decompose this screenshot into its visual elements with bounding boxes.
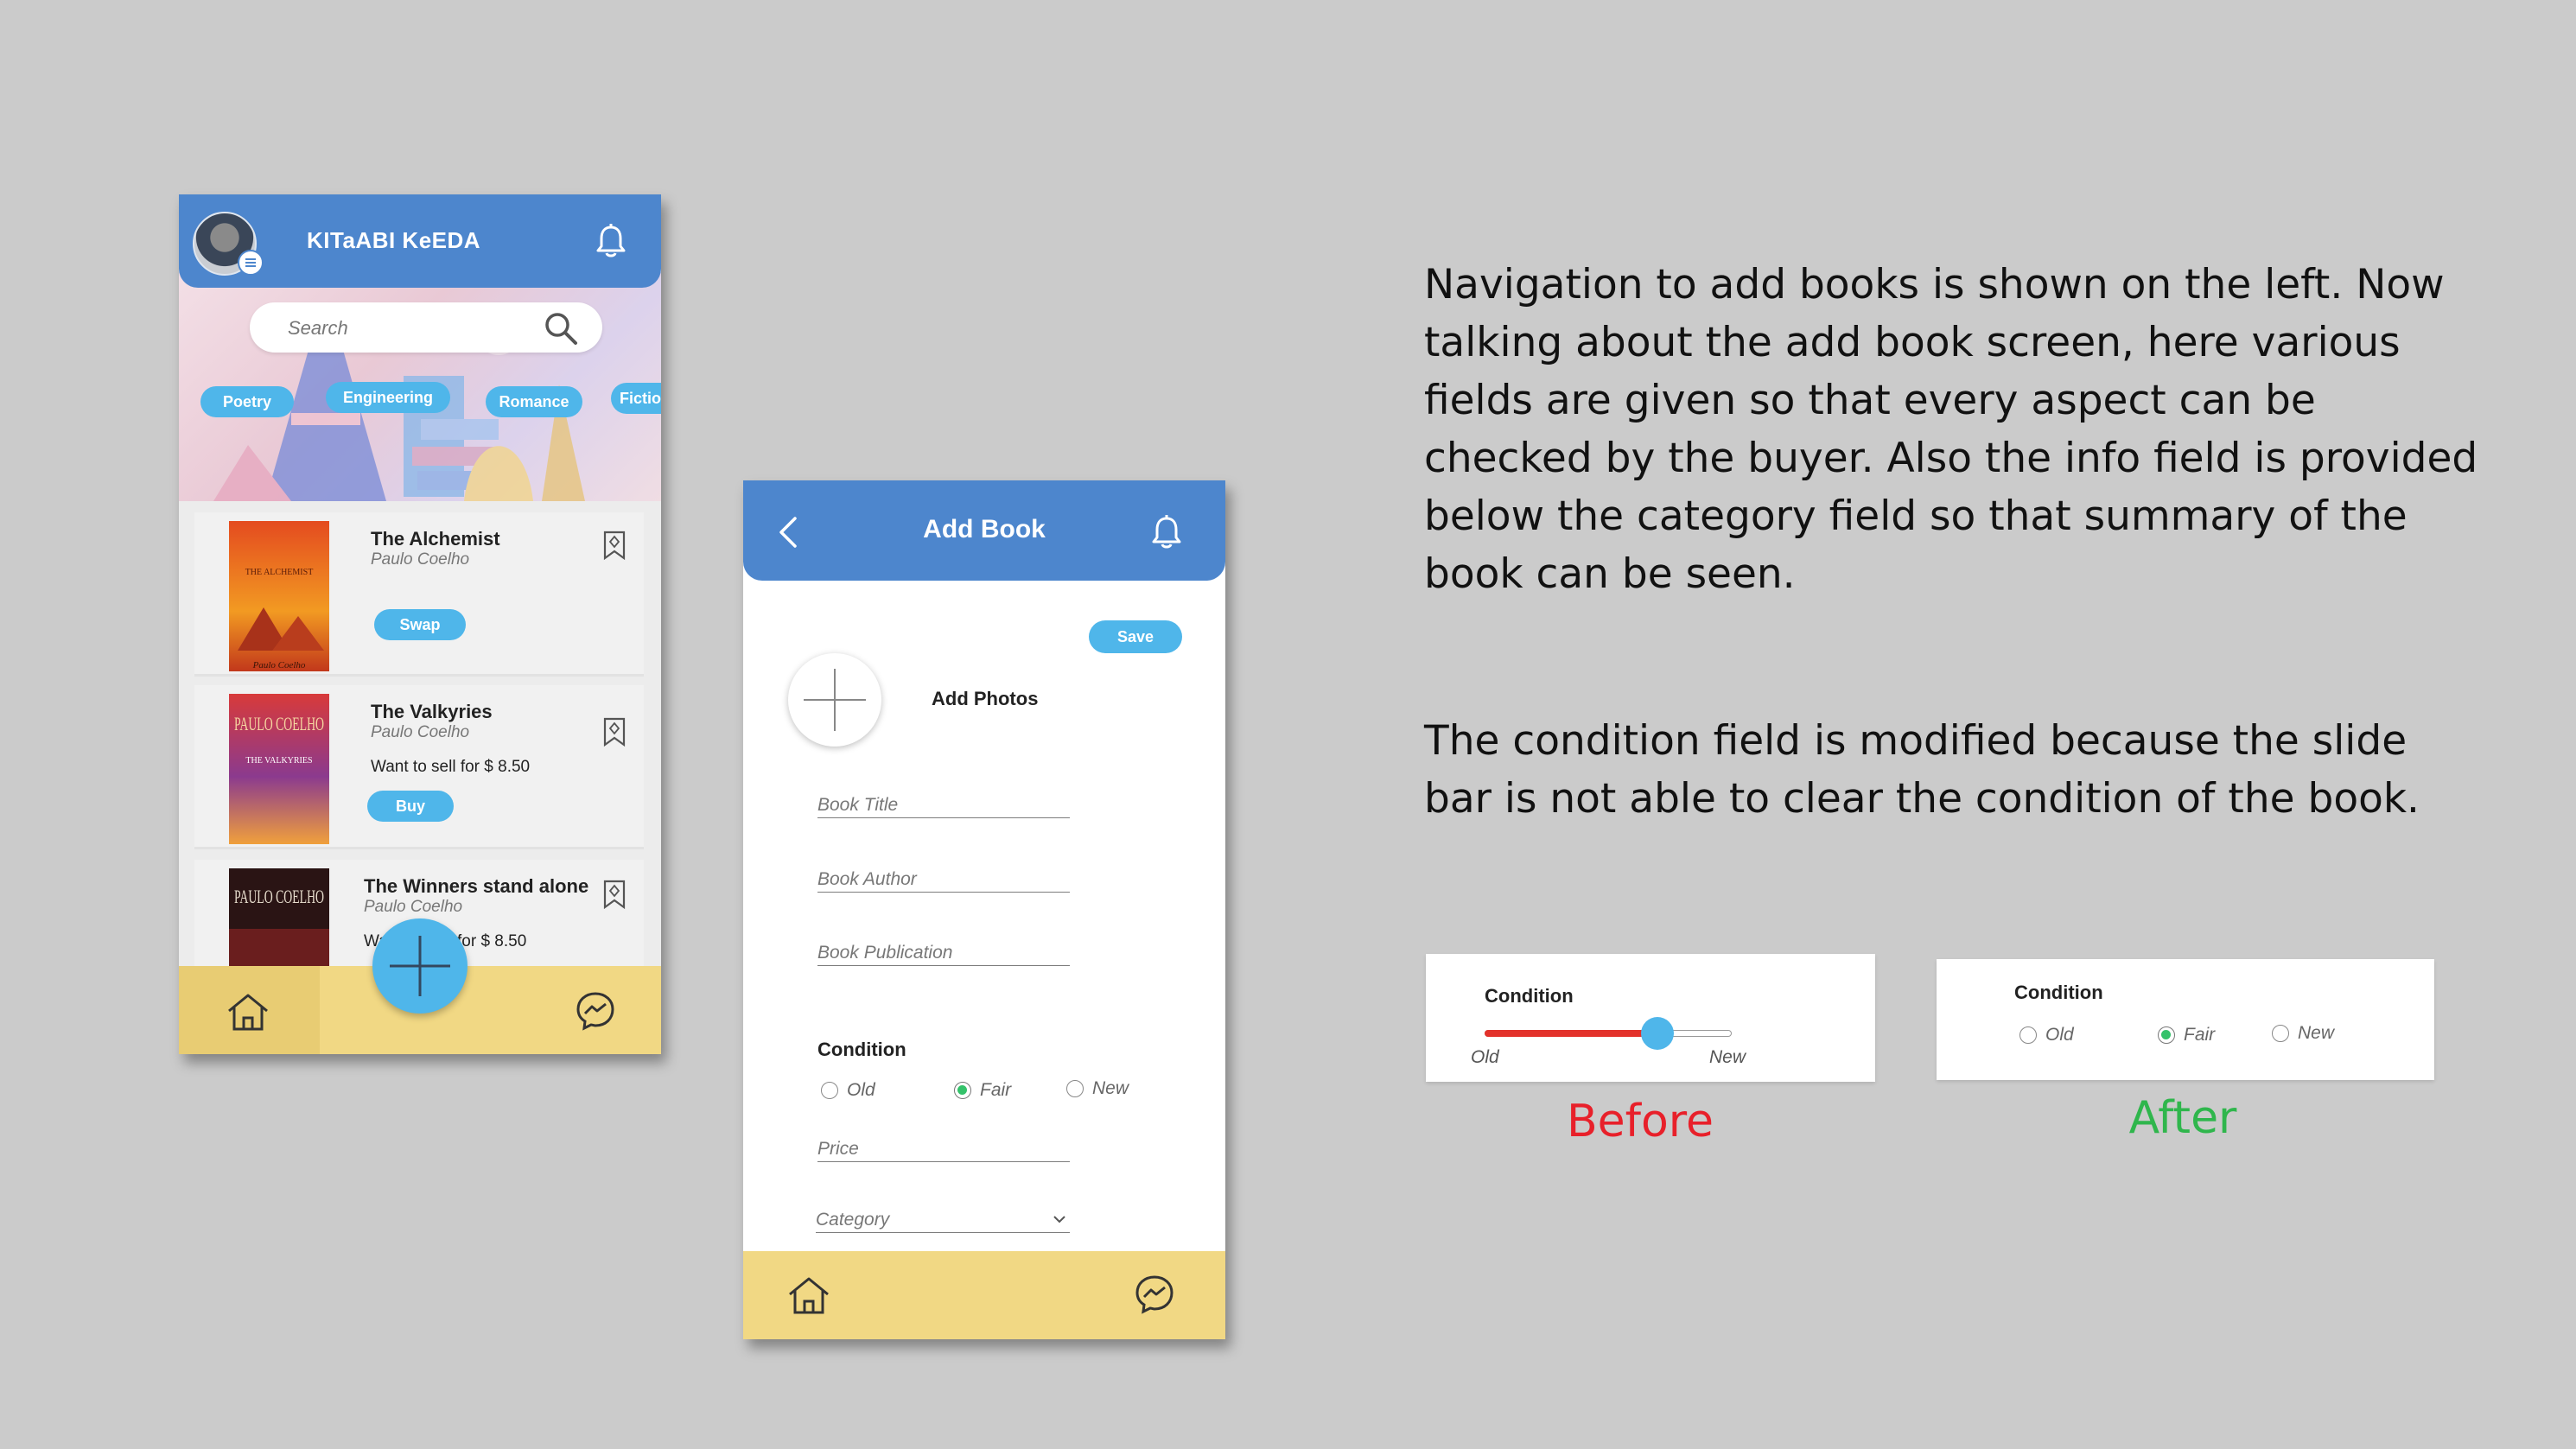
cover-author-text: Paulo Coelho [252, 660, 306, 670]
book-cover: Paulo Coelho THE ALCHEMIST [229, 521, 329, 671]
messenger-icon[interactable] [1134, 1274, 1175, 1315]
search-icon[interactable] [544, 311, 578, 346]
plus-icon [804, 669, 866, 731]
bell-icon[interactable] [1149, 513, 1184, 551]
radio-old[interactable] [2019, 1026, 2037, 1044]
buy-button[interactable]: Buy [367, 791, 454, 822]
condition-option-new[interactable]: New [2272, 1023, 2334, 1044]
price-field[interactable]: Price [817, 1139, 1070, 1162]
book-author: Paulo Coelho [364, 898, 463, 916]
book-price-info: Want to sell for $ 8.50 [371, 758, 531, 776]
cover-author-text: PAULO COELHO [234, 886, 324, 907]
search-bar[interactable]: Search [250, 302, 602, 353]
chevron-down-icon[interactable] [1053, 1213, 1066, 1225]
book-title: The Alchemist [371, 528, 500, 550]
radio-fair[interactable] [954, 1082, 971, 1099]
bookmark-icon[interactable] [602, 716, 627, 747]
search-input[interactable]: Search [288, 317, 348, 340]
add-book-header: Add Book [743, 480, 1225, 581]
bookmark-icon[interactable] [602, 879, 627, 910]
condition-label: Condition [817, 1039, 906, 1060]
book-title-field[interactable]: Book Title [817, 795, 1070, 818]
home-header: KITaABI KeEDA [179, 194, 661, 288]
menu-icon[interactable] [238, 250, 264, 276]
book-author-field[interactable]: Book Author [817, 869, 1070, 893]
description-paragraph-2: The condition field is modified because … [1424, 717, 2420, 823]
book-author: Paulo Coelho [371, 550, 470, 569]
slider-thumb[interactable] [1641, 1017, 1675, 1050]
radio-new[interactable] [2272, 1025, 2289, 1042]
save-button[interactable]: Save [1089, 620, 1182, 653]
add-book-fab[interactable] [372, 918, 467, 1014]
slider-min-label: Old [1471, 1047, 1499, 1067]
add-book-screen-mockup: Add Book Save Add Photos Book Title Book… [743, 480, 1225, 1339]
before-caption: Before [1566, 1096, 1714, 1147]
book-cover: PAULO COELHO THE VALKYRIES [229, 694, 329, 844]
messenger-icon[interactable] [575, 990, 616, 1032]
book-card[interactable]: PAULO COELHO THE VALKYRIES The Valkyries… [194, 685, 644, 849]
chip-engineering[interactable]: Engineering [326, 382, 450, 413]
book-price-info-right: for $ 8.50 [457, 932, 527, 950]
book-publication-field[interactable]: Book Publication [817, 943, 1070, 966]
chip-fiction[interactable]: Fictio [611, 383, 661, 414]
chip-poetry[interactable]: Poetry [200, 386, 294, 417]
app-title: KITaABI KeEDA [307, 227, 481, 253]
radio-label: Fair [2184, 1025, 2216, 1045]
home-icon[interactable] [786, 1275, 831, 1315]
cover-title-text: THE VALKYRIES [245, 756, 312, 766]
condition-label: Condition [2014, 982, 2103, 1003]
radio-fair[interactable] [2158, 1026, 2175, 1044]
radio-label: Old [847, 1080, 875, 1100]
condition-option-old[interactable]: Old [821, 1080, 875, 1101]
bell-icon[interactable] [594, 222, 628, 260]
add-photos-label: Add Photos [932, 688, 1039, 709]
radio-old[interactable] [821, 1082, 838, 1099]
condition-option-old[interactable]: Old [2019, 1025, 2074, 1045]
cover-title-text: THE ALCHEMIST [245, 568, 314, 577]
before-condition-panel: Condition Old New [1426, 954, 1875, 1082]
bookmark-icon[interactable] [602, 530, 627, 561]
radio-label: New [1092, 1078, 1129, 1098]
book-title: The Valkyries [371, 701, 493, 722]
book-card[interactable]: Paulo Coelho THE ALCHEMIST The Alchemist… [194, 512, 644, 677]
after-condition-panel: Condition Old Fair New [1937, 959, 2434, 1080]
after-caption: After [2128, 1092, 2237, 1144]
slider-max-label: New [1709, 1047, 1746, 1067]
category-select[interactable]: Category [816, 1210, 1070, 1233]
plus-icon [390, 936, 450, 996]
radio-label: Old [2045, 1025, 2074, 1045]
add-photo-button[interactable] [788, 653, 881, 747]
home-icon[interactable] [226, 992, 270, 1032]
description-paragraph-1: Navigation to add books is shown on the … [1424, 261, 2478, 598]
swap-button[interactable]: Swap [374, 609, 466, 640]
bottom-nav [743, 1251, 1225, 1339]
book-title: The Winners stand alone [364, 875, 589, 897]
cover-author-text: PAULO COELHO [234, 713, 324, 734]
book-author: Paulo Coelho [371, 723, 470, 741]
radio-label: Fair [980, 1080, 1012, 1100]
category-placeholder: Category [816, 1210, 890, 1230]
condition-option-fair[interactable]: Fair [954, 1080, 1011, 1101]
slider-fill [1485, 1030, 1658, 1037]
radio-label: New [2298, 1023, 2335, 1043]
condition-option-fair[interactable]: Fair [2158, 1025, 2215, 1045]
condition-label: Condition [1485, 985, 1574, 1007]
condition-option-new[interactable]: New [1066, 1078, 1129, 1099]
home-screen-mockup: KITaABI KeEDA Search Poetry Engineering [179, 194, 661, 1054]
radio-new[interactable] [1066, 1080, 1084, 1097]
book-cover: PAULO COELHO [229, 868, 329, 981]
chip-romance[interactable]: Romance [486, 386, 582, 417]
